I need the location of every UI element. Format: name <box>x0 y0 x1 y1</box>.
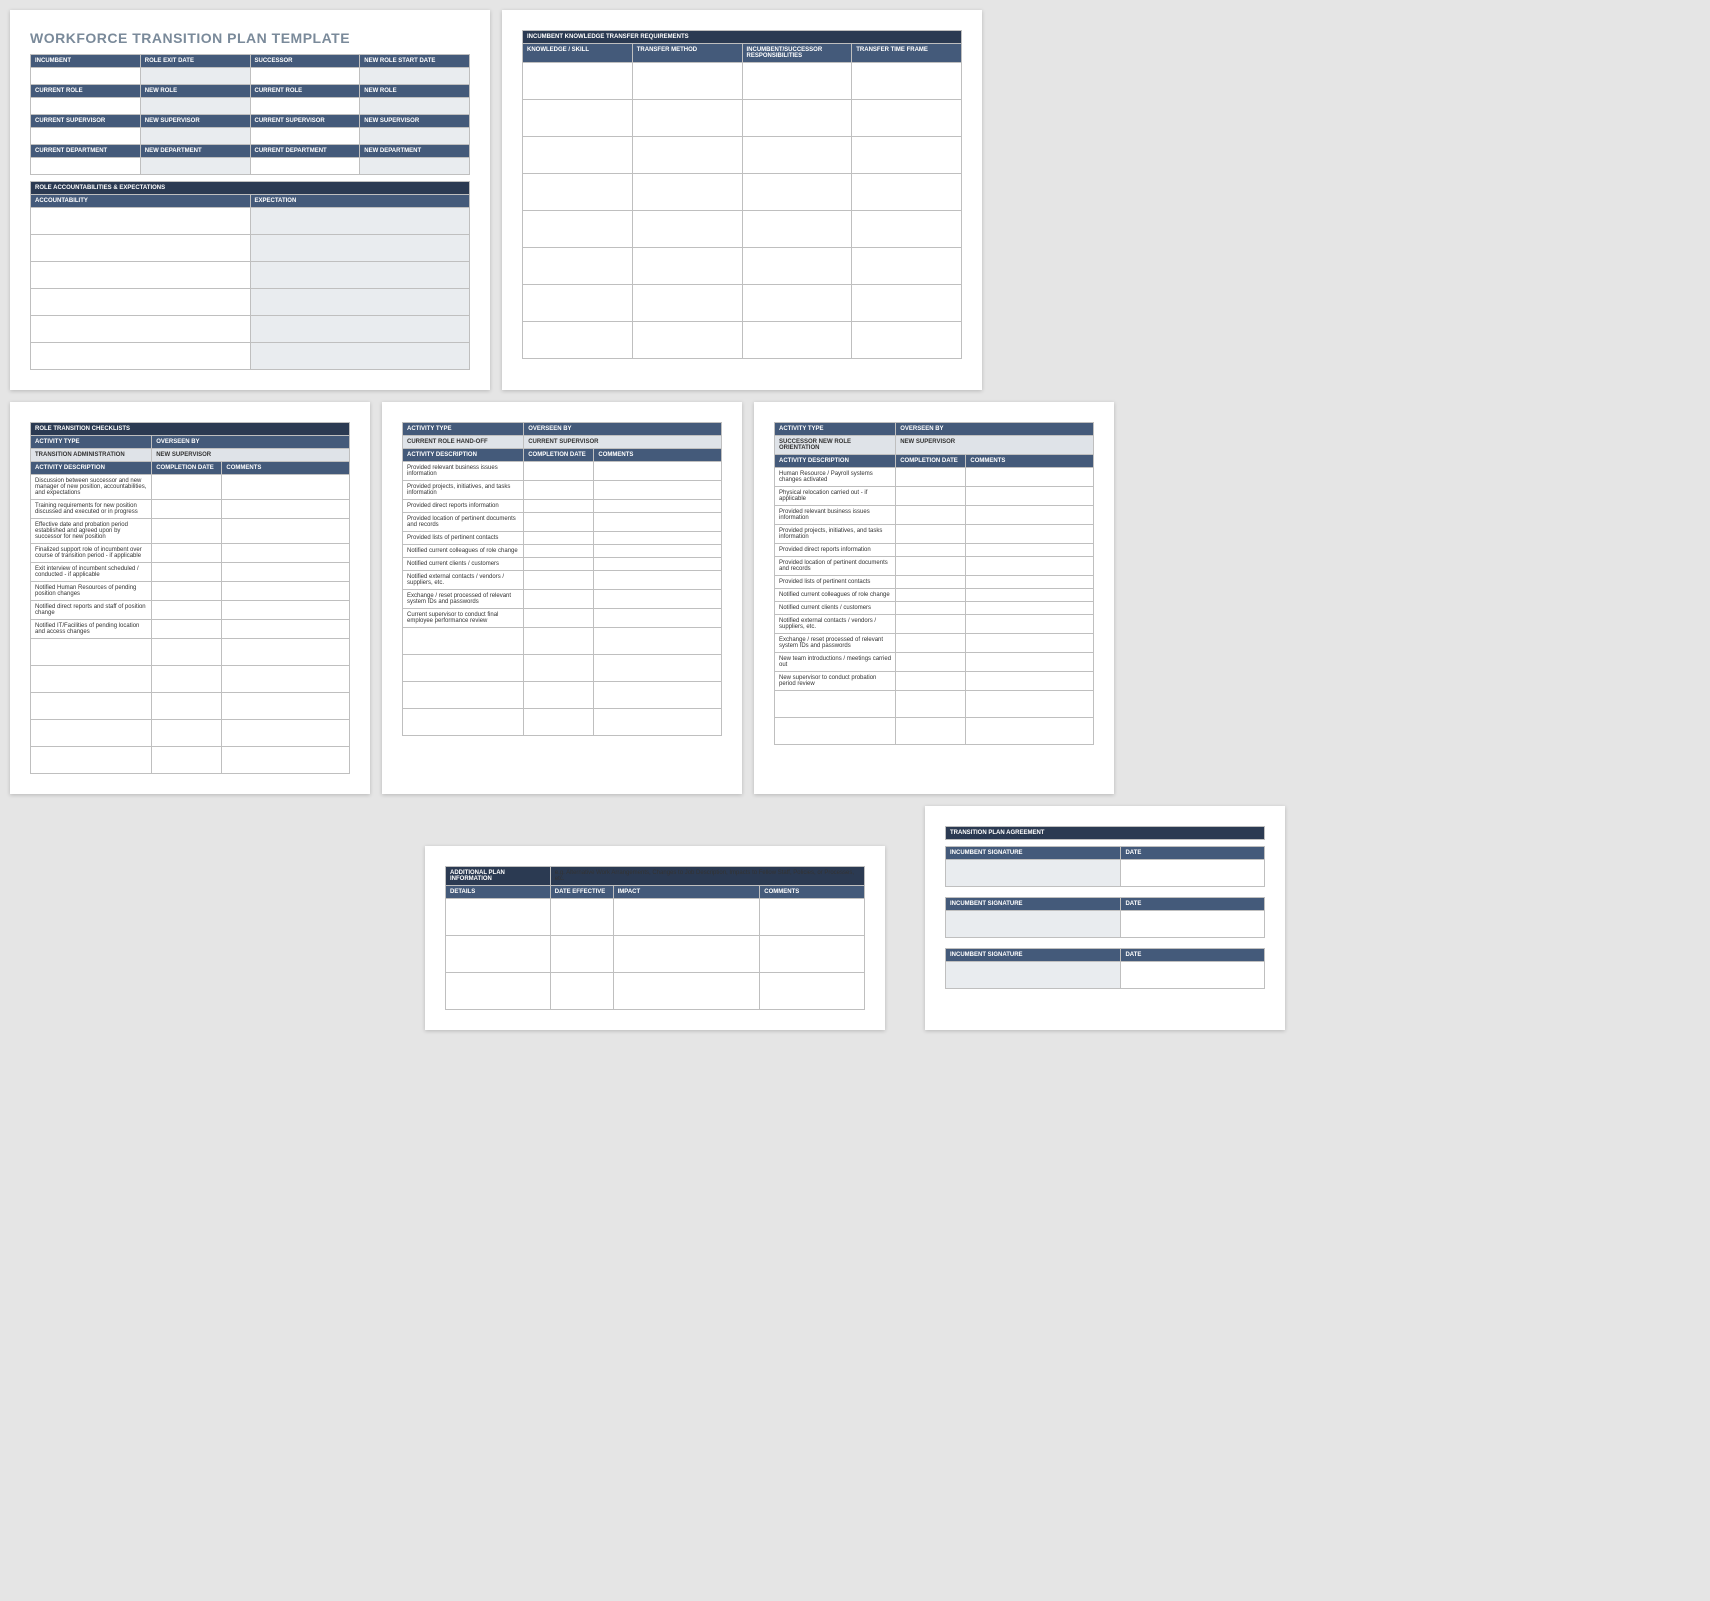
page-3: ROLE TRANSITION CHECKLISTS ACTIVITY TYPE… <box>10 402 370 794</box>
table-row: Provided relevant business issues inform… <box>403 462 722 481</box>
activity-desc: Provided location of pertinent documents… <box>403 513 524 532</box>
page-5: ACTIVITY TYPEOVERSEEN BY SUCCESSOR NEW R… <box>754 402 1114 794</box>
table-row: Discussion between successor and new man… <box>31 475 350 500</box>
knowledge-table: INCUMBENT KNOWLEDGE TRANSFER REQUIREMENT… <box>522 30 962 359</box>
activity-desc: Notified current colleagues of role chan… <box>775 589 896 602</box>
checklist-3: ACTIVITY TYPEOVERSEEN BY SUCCESSOR NEW R… <box>774 422 1094 745</box>
table-row: Provided direct reports information <box>403 500 722 513</box>
activity-desc: Provided direct reports information <box>403 500 524 513</box>
table-row: Notified Human Resources of pending posi… <box>31 582 350 601</box>
table-row: Provided lists of pertinent contacts <box>403 532 722 545</box>
page-6: ADDITIONAL PLAN INFORMATIONe.g. Alternat… <box>425 846 885 1030</box>
table-row: Exchange / reset processed of relevant s… <box>775 634 1094 653</box>
activity-desc: Training requirements for new position d… <box>31 500 152 519</box>
table-row: Effective date and probation period esta… <box>31 519 350 544</box>
activity-desc: Provided relevant business issues inform… <box>775 506 896 525</box>
activity-desc: Exit interview of incumbent scheduled / … <box>31 563 152 582</box>
table-row: Provided location of pertinent documents… <box>403 513 722 532</box>
activity-desc: New team introductions / meetings carrie… <box>775 653 896 672</box>
page-2: INCUMBENT KNOWLEDGE TRANSFER REQUIREMENT… <box>502 10 982 390</box>
table-row: Notified current clients / customers <box>775 602 1094 615</box>
table-row: Human Resource / Payroll systems changes… <box>775 468 1094 487</box>
acct-table: ROLE ACCOUNTABILITIES & EXPECTATIONS ACC… <box>30 181 470 370</box>
activity-desc: Discussion between successor and new man… <box>31 475 152 500</box>
activity-desc: Notified external contacts / vendors / s… <box>403 571 524 590</box>
activity-desc: Notified Human Resources of pending posi… <box>31 582 152 601</box>
table-row: Notified IT/Facilities of pending locati… <box>31 620 350 639</box>
table-row: Exchange / reset processed of relevant s… <box>403 590 722 609</box>
activity-desc: Physical relocation carried out - if app… <box>775 487 896 506</box>
table-row: New team introductions / meetings carrie… <box>775 653 1094 672</box>
table-row: Exit interview of incumbent scheduled / … <box>31 563 350 582</box>
table-row: Provided projects, initiatives, and task… <box>403 481 722 500</box>
page-1: WORKFORCE TRANSITION PLAN TEMPLATE INCUM… <box>10 10 490 390</box>
table-row: Provided direct reports information <box>775 544 1094 557</box>
activity-desc: Provided location of pertinent documents… <box>775 557 896 576</box>
activity-desc: Exchange / reset processed of relevant s… <box>775 634 896 653</box>
activity-desc: Provided direct reports information <box>775 544 896 557</box>
activity-desc: Finalized support role of incumbent over… <box>31 544 152 563</box>
table-row: Notified current colleagues of role chan… <box>775 589 1094 602</box>
activity-desc: Effective date and probation period esta… <box>31 519 152 544</box>
activity-desc: Notified external contacts / vendors / s… <box>775 615 896 634</box>
table-row: Finalized support role of incumbent over… <box>31 544 350 563</box>
activity-desc: Notified current clients / customers <box>403 558 524 571</box>
activity-desc: Exchange / reset processed of relevant s… <box>403 590 524 609</box>
activity-desc: Notified IT/Facilities of pending locati… <box>31 620 152 639</box>
table-row: Notified external contacts / vendors / s… <box>403 571 722 590</box>
activity-desc: Provided projects, initiatives, and task… <box>775 525 896 544</box>
checklist-1: ROLE TRANSITION CHECKLISTS ACTIVITY TYPE… <box>30 422 350 774</box>
table-row: Notified current colleagues of role chan… <box>403 545 722 558</box>
activity-desc: Provided projects, initiatives, and task… <box>403 481 524 500</box>
table-row: Physical relocation carried out - if app… <box>775 487 1094 506</box>
table-row: Training requirements for new position d… <box>31 500 350 519</box>
activity-desc: Provided relevant business issues inform… <box>403 462 524 481</box>
agreement: TRANSITION PLAN AGREEMENT <box>945 826 1265 840</box>
checklist-2: ACTIVITY TYPEOVERSEEN BY CURRENT ROLE HA… <box>402 422 722 736</box>
additional-info: ADDITIONAL PLAN INFORMATIONe.g. Alternat… <box>445 866 865 1010</box>
activity-desc: Notified direct reports and staff of pos… <box>31 601 152 620</box>
activity-desc: Provided lists of pertinent contacts <box>775 576 896 589</box>
activity-desc: Notified current colleagues of role chan… <box>403 545 524 558</box>
table-row: New supervisor to conduct probation peri… <box>775 672 1094 691</box>
table-row: Provided relevant business issues inform… <box>775 506 1094 525</box>
activity-desc: New supervisor to conduct probation peri… <box>775 672 896 691</box>
activity-desc: Notified current clients / customers <box>775 602 896 615</box>
info-table: INCUMBENTROLE EXIT DATESUCCESSORNEW ROLE… <box>30 54 470 175</box>
table-row: Notified direct reports and staff of pos… <box>31 601 350 620</box>
page-4: ACTIVITY TYPEOVERSEEN BY CURRENT ROLE HA… <box>382 402 742 794</box>
table-row: Notified current clients / customers <box>403 558 722 571</box>
doc-title: WORKFORCE TRANSITION PLAN TEMPLATE <box>30 30 470 46</box>
activity-desc: Provided lists of pertinent contacts <box>403 532 524 545</box>
activity-desc: Human Resource / Payroll systems changes… <box>775 468 896 487</box>
table-row: Provided lists of pertinent contacts <box>775 576 1094 589</box>
table-row: Current supervisor to conduct final empl… <box>403 609 722 628</box>
page-7: TRANSITION PLAN AGREEMENT INCUMBENT SIGN… <box>925 806 1285 1030</box>
table-row: Provided location of pertinent documents… <box>775 557 1094 576</box>
activity-desc: Current supervisor to conduct final empl… <box>403 609 524 628</box>
table-row: Notified external contacts / vendors / s… <box>775 615 1094 634</box>
table-row: Provided projects, initiatives, and task… <box>775 525 1094 544</box>
